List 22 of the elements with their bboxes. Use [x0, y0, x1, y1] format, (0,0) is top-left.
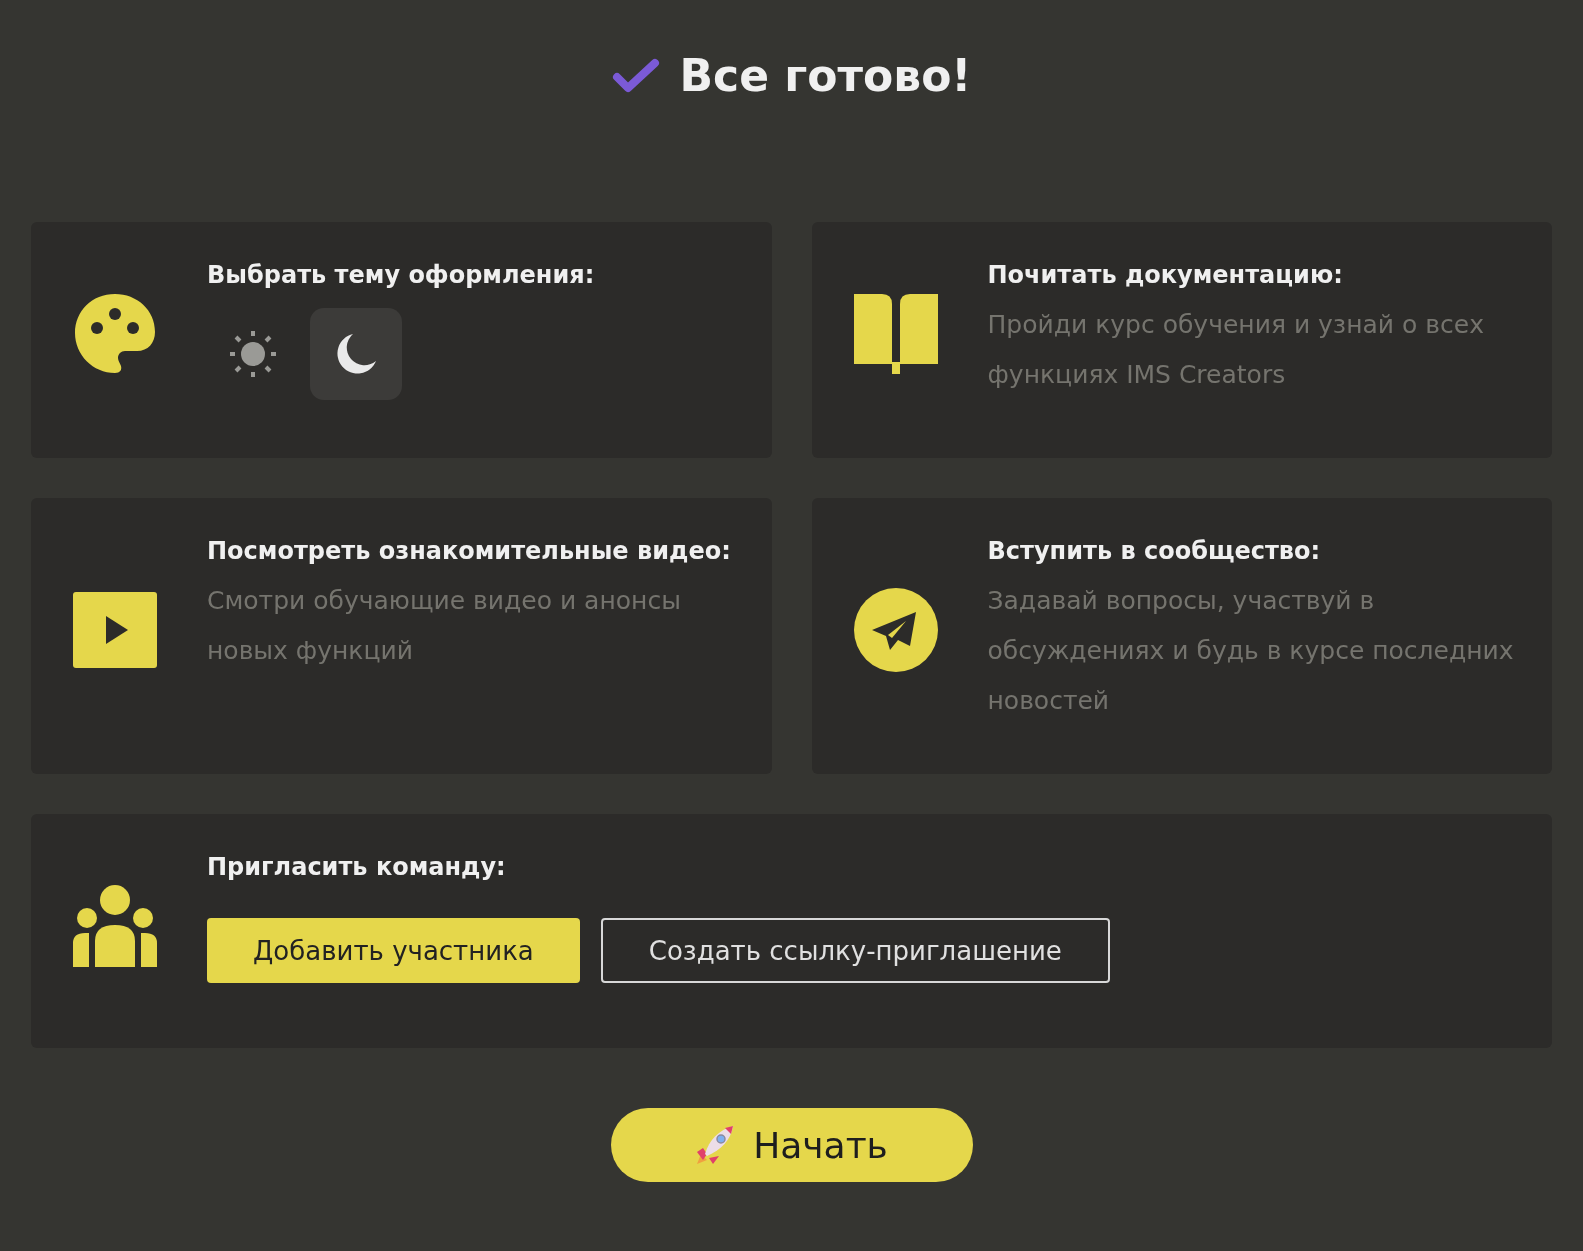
card-description: Смотри обучающие видео и анонсы новых функций — [207, 585, 682, 667]
card-heading: Выбрать тему оформления: — [207, 260, 596, 291]
checkmark-icon — [611, 57, 660, 93]
rocket-icon — [695, 1124, 736, 1166]
page-title: Все готово! — [679, 49, 972, 101]
add-member-button[interactable]: Добавить участника — [207, 918, 580, 983]
start-button[interactable]: Начать — [610, 1108, 973, 1182]
sun-icon — [230, 331, 276, 377]
play-icon — [73, 592, 157, 668]
team-icon — [73, 883, 157, 967]
card-heading: Посмотреть ознакомительные видео: — [207, 536, 732, 567]
card-heading: Пригласить команду: — [207, 852, 507, 883]
paper-plane-icon — [853, 588, 938, 672]
moon-icon — [335, 333, 377, 375]
invite-link-button[interactable]: Создать ссылку-приглашение — [600, 918, 1110, 983]
card-heading: Почитать документацию: — [987, 260, 1344, 291]
card-description: Задавай вопросы, участвуй в обсуждениях и будь в курсе последних новостей — [987, 585, 1515, 717]
palette-icon — [73, 292, 157, 376]
card-description: Пройди курс обучения и узнай о всех функциях IMS Creators — [987, 309, 1485, 391]
book-icon — [853, 292, 938, 376]
card-heading: Вступить в сообщество: — [987, 536, 1322, 567]
theme-option[interactable] — [310, 308, 402, 400]
